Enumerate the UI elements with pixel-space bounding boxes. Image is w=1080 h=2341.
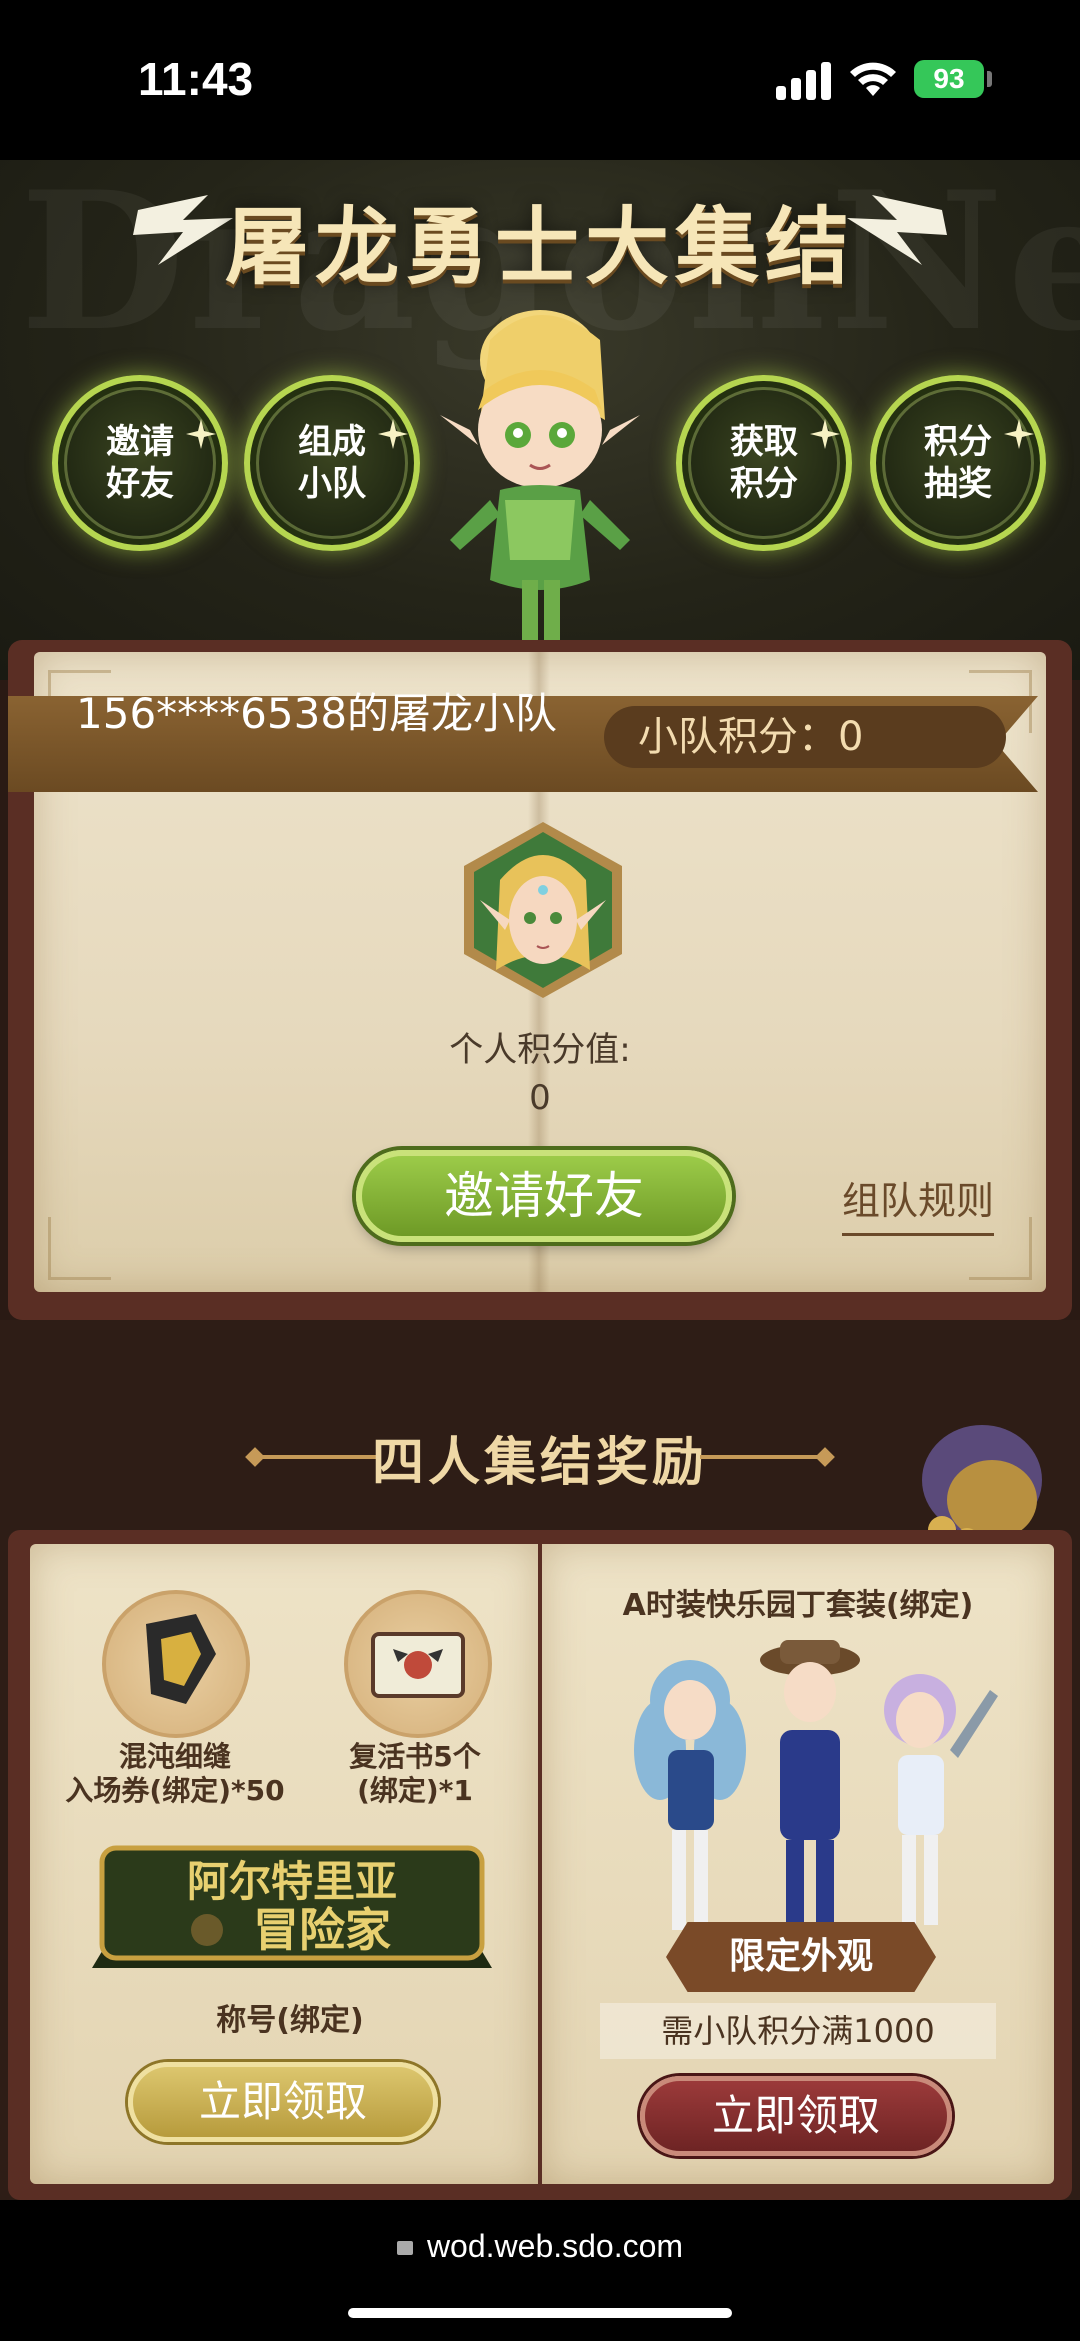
- feature-label: 获取 积分: [730, 422, 798, 504]
- claim-left-button[interactable]: 立即领取: [128, 2062, 438, 2142]
- feature-invite-friends[interactable]: 邀请 好友: [52, 375, 228, 551]
- feature-points-lottery[interactable]: 积分 抽奖: [870, 375, 1046, 551]
- wifi-icon: [850, 62, 896, 96]
- book-icon: [371, 1632, 465, 1698]
- revival-book-item: [344, 1590, 492, 1738]
- chaos-rift-ticket-item: [102, 1590, 250, 1738]
- svg-text:冒险家: 冒险家: [253, 1903, 391, 1957]
- feature-label: 组成 小队: [298, 422, 366, 504]
- hero-banner: DragonNest 屠龙勇士大集结 邀请 好友 组成 小队 获取 积分 积分 …: [0, 160, 1080, 680]
- elf-character-illustration: [440, 310, 640, 640]
- team-name: 156****6538的屠龙小队: [76, 689, 558, 738]
- lightning-icon: [847, 195, 947, 265]
- corner-ornament: [48, 1217, 111, 1280]
- feature-form-team[interactable]: 组成 小队: [244, 375, 420, 551]
- battery-tip: [987, 71, 992, 87]
- signal-icon: [776, 60, 832, 100]
- gardener-outfit-illustration: [634, 1640, 998, 1935]
- status-bar: 11:43 93: [0, 0, 1080, 160]
- sparkle-icon: [1004, 419, 1034, 449]
- svg-text:阿尔特里亚: 阿尔特里亚: [187, 1857, 397, 1906]
- personal-points-label: 个人积分值:: [449, 1030, 631, 1070]
- player-avatar: [464, 822, 622, 998]
- title-divider-right: [700, 1455, 820, 1459]
- lock-icon: [396, 2241, 413, 2255]
- claim-right-button[interactable]: 立即领取: [640, 2076, 952, 2156]
- personal-points-value: 0: [529, 1078, 551, 1118]
- team-score: 小队积分：0: [604, 706, 1006, 768]
- feature-label: 邀请 好友: [106, 422, 174, 504]
- sparkle-icon: [810, 419, 840, 449]
- team-points-requirement: 需小队积分满1000: [600, 2003, 996, 2059]
- battery-indicator: 93: [914, 60, 984, 98]
- feature-label: 积分 抽奖: [924, 422, 992, 504]
- revival-book-name: 复活书5个 (绑定)*1: [349, 1740, 481, 1807]
- title-badge-caption: 称号(绑定): [216, 2003, 364, 2038]
- outfit-title: A时装快乐园丁套装(绑定): [622, 1588, 974, 1623]
- limited-appearance-tag: 限定外观: [666, 1922, 936, 1992]
- ticket-icon: [146, 1614, 216, 1704]
- url-text: wod.web.sdo.com: [426, 2228, 684, 2264]
- invite-friends-button[interactable]: 邀请好友: [356, 1150, 732, 1242]
- team-rules-link[interactable]: 组队规则: [842, 1170, 995, 1236]
- gold-pouch-icon: [922, 1425, 1042, 1550]
- sparkle-icon: [378, 419, 408, 449]
- team-card: 156****6538的屠龙小队 小队积分：0 个人积分值: 0 邀请好友 组队…: [8, 640, 1072, 1320]
- feature-earn-points[interactable]: 获取 积分: [676, 375, 852, 551]
- adventurer-title-badge: 阿尔特里亚 冒险家: [92, 1845, 492, 1968]
- status-time: 11:43: [138, 53, 254, 105]
- sparkle-icon: [186, 419, 216, 449]
- address-bar[interactable]: wod.web.sdo.com: [0, 2228, 1080, 2265]
- browser-bottom-bar: wod.web.sdo.com: [0, 2200, 1080, 2341]
- home-indicator[interactable]: [348, 2308, 732, 2318]
- chaos-rift-ticket-name: 混沌细缝 入场券(绑定)*50: [65, 1740, 285, 1807]
